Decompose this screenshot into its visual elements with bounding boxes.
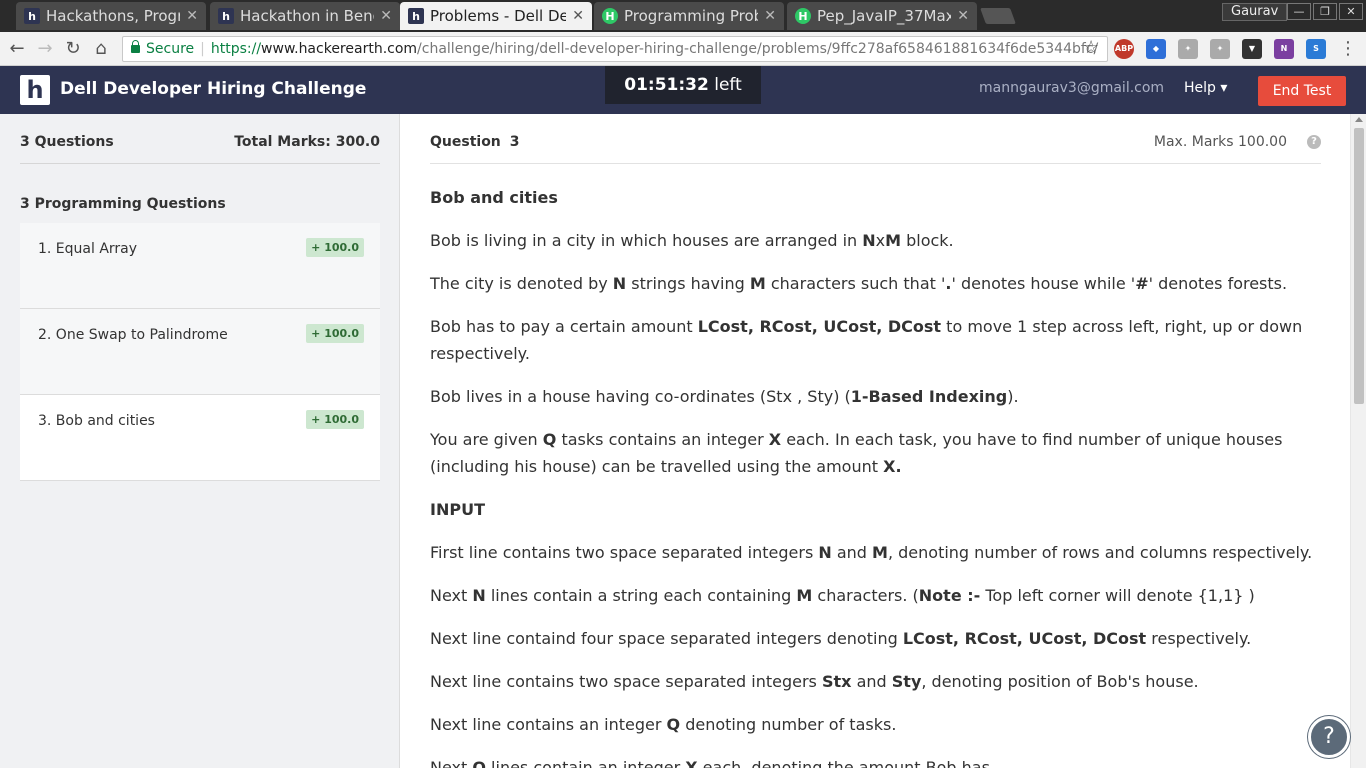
question-panel: Question 3 Max. Marks 100.00 ? Bob and c… bbox=[400, 114, 1350, 768]
close-tab-icon[interactable]: ✕ bbox=[186, 8, 198, 24]
new-tab-button[interactable] bbox=[980, 8, 1016, 24]
scroll-thumb[interactable] bbox=[1354, 128, 1364, 404]
timer-suffix: left bbox=[714, 75, 742, 95]
reload-icon[interactable]: ↻ bbox=[61, 37, 85, 61]
shield-extension-icon[interactable]: ◆ bbox=[1146, 39, 1166, 59]
browser-toolbar: ← → ↻ ⌂ Secure | https://www.hackerearth.c… bbox=[0, 32, 1366, 66]
profile-button[interactable]: Gaurav bbox=[1222, 3, 1288, 21]
hackerearth-favicon-icon: h bbox=[408, 8, 424, 24]
hackerrank-favicon-icon: H bbox=[795, 8, 811, 24]
hackerearth-logo-icon[interactable]: h bbox=[20, 75, 50, 105]
question-help-icon[interactable]: ? bbox=[1307, 135, 1321, 149]
question-item-3-active[interactable]: 3. Bob and cities + 100.0 bbox=[20, 395, 380, 481]
help-chat-button[interactable]: ? bbox=[1308, 716, 1350, 758]
menu-dots-icon[interactable]: ⋮ bbox=[1336, 37, 1360, 61]
divider: | bbox=[200, 41, 205, 57]
tab-title: Hackathon in Benga bbox=[240, 7, 374, 25]
browser-tab-4[interactable]: H Programming Probl ✕ bbox=[594, 2, 784, 30]
close-tab-icon[interactable]: ✕ bbox=[957, 8, 969, 24]
url-host: www.hackerearth.com bbox=[261, 41, 418, 57]
tab-title: Hackathons, Progra bbox=[46, 7, 181, 25]
problem-title: Bob and cities bbox=[430, 188, 558, 207]
marks-badge: + 100.0 bbox=[306, 238, 364, 257]
page-scrollbar[interactable] bbox=[1350, 114, 1366, 768]
paragraph: Bob has to pay a certain amount LCost, R… bbox=[430, 317, 1303, 363]
address-bar[interactable]: Secure | https://www.hackerearth.com/chall… bbox=[122, 36, 1108, 62]
marks-badge: + 100.0 bbox=[306, 410, 364, 429]
url-path: /challenge/hiring/dell-developer-hiring-… bbox=[417, 41, 1099, 57]
close-tab-icon[interactable]: ✕ bbox=[572, 8, 584, 24]
pocket-icon[interactable]: ▼ bbox=[1242, 39, 1262, 59]
onenote-icon[interactable]: N bbox=[1274, 39, 1294, 59]
close-window-icon[interactable]: ✕ bbox=[1339, 3, 1363, 20]
max-marks: Max. Marks 100.00 bbox=[1153, 134, 1287, 150]
back-arrow-icon[interactable]: ← bbox=[5, 37, 29, 61]
problem-statement: Bob and cities Bob is living in a city i… bbox=[430, 184, 1330, 768]
close-tab-icon[interactable]: ✕ bbox=[764, 8, 776, 24]
sidebar-summary: 3 Questions Total Marks: 300.0 bbox=[20, 134, 380, 164]
question-number: 3 bbox=[509, 134, 520, 150]
lock-icon bbox=[131, 40, 140, 53]
browser-tab-1[interactable]: h Hackathons, Progra ✕ bbox=[16, 2, 206, 30]
adblock-plus-icon[interactable]: ABP bbox=[1114, 39, 1134, 59]
end-test-button[interactable]: End Test bbox=[1258, 76, 1346, 106]
url-scheme: https:// bbox=[210, 41, 262, 57]
paragraph: First line contains two space separated … bbox=[430, 543, 1313, 562]
restore-icon[interactable]: ❐ bbox=[1313, 3, 1337, 20]
extension-icon[interactable]: ✦ bbox=[1210, 39, 1230, 59]
question-label: Question bbox=[430, 134, 501, 150]
questions-count: 3 Questions bbox=[20, 134, 114, 150]
minimize-icon[interactable]: — bbox=[1287, 3, 1311, 20]
question-item-2[interactable]: 2. One Swap to Palindrome + 100.0 bbox=[20, 309, 380, 395]
question-item-1[interactable]: 1. Equal Array + 100.0 bbox=[20, 223, 380, 309]
section-title: 3 Programming Questions bbox=[20, 196, 226, 212]
forward-arrow-icon[interactable]: → bbox=[33, 37, 57, 61]
challenge-title: Dell Developer Hiring Challenge bbox=[60, 79, 367, 99]
help-label: Help bbox=[1184, 80, 1216, 96]
home-icon[interactable]: ⌂ bbox=[89, 37, 113, 61]
input-heading: INPUT bbox=[430, 500, 485, 519]
browser-tab-5[interactable]: H Pep_JavaIP_37Max ✕ bbox=[787, 2, 977, 30]
countdown-timer: 01:51:32 left bbox=[605, 66, 761, 104]
hackerrank-favicon-icon: H bbox=[602, 8, 618, 24]
browser-tabstrip: h Hackathons, Progra ✕ h Hackathon in Be… bbox=[0, 0, 1366, 32]
help-menu[interactable]: Help ▾ bbox=[1184, 80, 1227, 96]
extension-icon[interactable]: S bbox=[1306, 39, 1326, 59]
question-name: 3. Bob and cities bbox=[38, 413, 155, 429]
browser-tab-3-active[interactable]: h Problems - Dell Dev ✕ bbox=[400, 2, 592, 30]
question-sidebar: 3 Questions Total Marks: 300.0 3 Program… bbox=[0, 114, 400, 768]
caret-down-icon: ▾ bbox=[1220, 80, 1228, 96]
paragraph: Next Q lines contain an integer X each, … bbox=[430, 758, 995, 768]
tab-title: Pep_JavaIP_37Max bbox=[817, 7, 952, 25]
timer-value: 01:51:32 bbox=[624, 75, 709, 95]
question-header: Question 3 Max. Marks 100.00 ? bbox=[430, 134, 1321, 164]
close-tab-icon[interactable]: ✕ bbox=[380, 8, 392, 24]
hackerearth-favicon-icon: h bbox=[24, 8, 40, 24]
hackerearth-favicon-icon: h bbox=[218, 8, 234, 24]
question-name: 1. Equal Array bbox=[38, 241, 138, 257]
secure-label: Secure bbox=[146, 41, 195, 57]
paragraph: Bob lives in a house having co-ordinates… bbox=[430, 387, 1019, 406]
paragraph: The city is denoted by N strings having … bbox=[430, 274, 1288, 293]
paragraph: Next N lines contain a string each conta… bbox=[430, 586, 1255, 605]
bookmark-star-icon[interactable]: ☆ bbox=[1083, 37, 1099, 58]
tab-title: Programming Probl bbox=[624, 7, 759, 25]
question-name: 2. One Swap to Palindrome bbox=[38, 327, 228, 343]
paragraph: Next line contains an integer Q denoting… bbox=[430, 715, 897, 734]
paragraph: Next line containd four space separated … bbox=[430, 629, 1252, 648]
browser-tab-2[interactable]: h Hackathon in Benga ✕ bbox=[210, 2, 400, 30]
extension-icon[interactable]: ✦ bbox=[1178, 39, 1198, 59]
scroll-up-arrow-icon[interactable] bbox=[1355, 117, 1363, 122]
total-marks: Total Marks: 300.0 bbox=[234, 134, 380, 150]
paragraph: Bob is living in a city in which houses … bbox=[430, 231, 954, 250]
marks-badge: + 100.0 bbox=[306, 324, 364, 343]
paragraph: Next line contains two space separated i… bbox=[430, 672, 1199, 691]
tab-title: Problems - Dell Dev bbox=[430, 7, 567, 25]
paragraph: You are given Q tasks contains an intege… bbox=[430, 430, 1283, 476]
user-email[interactable]: manngaurav3@gmail.com bbox=[979, 80, 1164, 96]
